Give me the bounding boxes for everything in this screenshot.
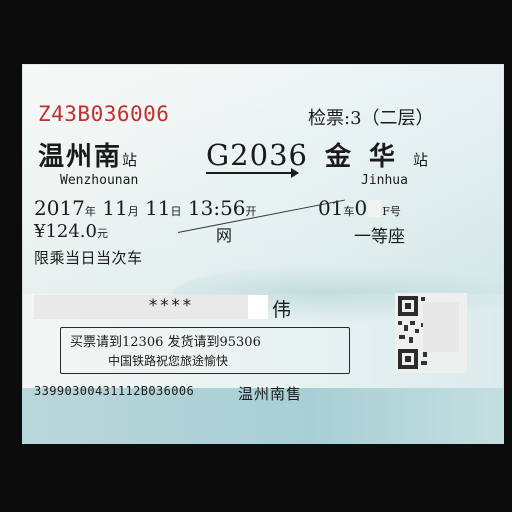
price-value: ¥124.0 (34, 221, 97, 242)
seat-suffix: F号 (382, 205, 401, 218)
arrival-pinyin: Jinhua (361, 173, 408, 188)
departure-time: 13:56 (187, 196, 246, 220)
passenger-id: **** (146, 296, 195, 316)
date-year-unit: 年 (84, 205, 96, 218)
purchase-channel: 网 (216, 226, 233, 245)
date-day-unit: 日 (170, 205, 182, 218)
sale-station: 温州南售 (238, 385, 303, 403)
ticket-code: 33990300431112B036006 (34, 384, 195, 398)
check-gate: 检票:3（二层） (308, 108, 434, 129)
departure-station-suffix: 站 (122, 151, 138, 169)
ticket-serial: Z43B036006 (38, 102, 170, 126)
notice-line-2: 中国铁路祝您旅途愉快 (108, 354, 229, 368)
date-month: 11 (102, 196, 128, 220)
ticket-restriction-note: 限乘当日当次车 (34, 249, 143, 267)
date-day: 11 (145, 196, 171, 220)
direction-arrow-icon (206, 168, 299, 178)
train-number: G2036 (206, 138, 308, 172)
ticket-price: ¥124.0元 (34, 221, 108, 242)
qr-redaction (423, 302, 459, 352)
seat-redaction (368, 200, 382, 217)
departure-pinyin: Wenzhounan (60, 173, 139, 188)
passenger-name: 伟 (272, 299, 292, 321)
seat-visible-digit: 0 (354, 196, 368, 220)
date-month-unit: 月 (127, 205, 139, 218)
arrival-station-suffix: 站 (413, 151, 429, 169)
arrival-station: 金华站 (325, 136, 428, 173)
departure-station: 温州南站 (38, 136, 137, 173)
notice-line-1: 买票请到12306 发货请到95306 (70, 335, 261, 350)
seat-number: 01车0 F号 (318, 196, 401, 220)
departure-datetime: 2017年 11月 11日 13:56开 (34, 196, 257, 220)
car-unit: 车 (343, 205, 355, 218)
date-year: 2017 (34, 196, 85, 220)
passenger-redaction-gap (248, 295, 268, 319)
price-unit: 元 (96, 227, 108, 240)
arrival-station-name: 金华 (325, 142, 414, 172)
departure-station-name: 温州南 (38, 142, 123, 172)
seat-class: 一等座 (354, 227, 405, 247)
